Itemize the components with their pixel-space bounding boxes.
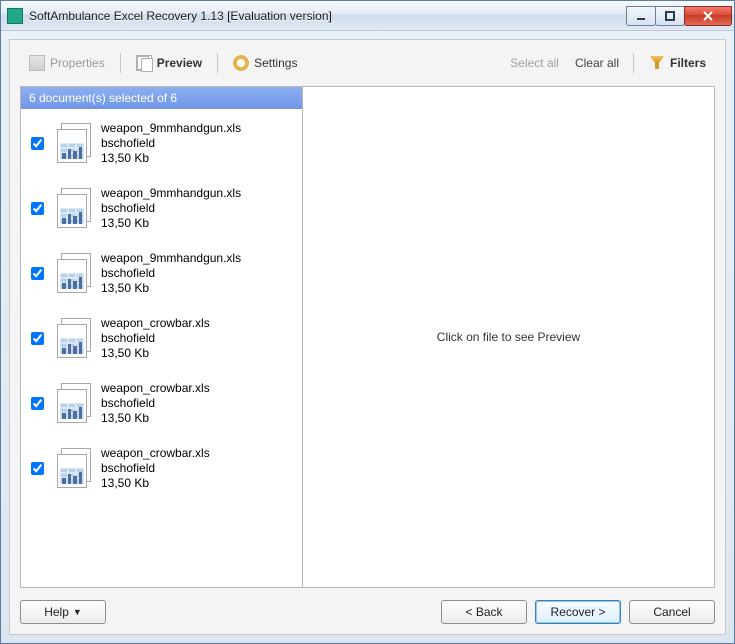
file-checkbox[interactable] bbox=[31, 202, 44, 215]
file-name: weapon_9mmhandgun.xls bbox=[101, 251, 241, 266]
file-item[interactable]: weapon_crowbar.xlsbschofield13,50 Kb bbox=[25, 375, 298, 440]
file-author: bschofield bbox=[101, 136, 241, 151]
file-name: weapon_crowbar.xls bbox=[101, 381, 210, 396]
file-meta: weapon_crowbar.xlsbschofield13,50 Kb bbox=[101, 446, 210, 491]
chevron-down-icon: ▼ bbox=[73, 607, 82, 617]
file-size: 13,50 Kb bbox=[101, 346, 210, 361]
file-meta: weapon_9mmhandgun.xlsbschofield13,50 Kb bbox=[101, 251, 241, 296]
preview-panel: Click on file to see Preview bbox=[303, 87, 714, 587]
file-name: weapon_crowbar.xls bbox=[101, 446, 210, 461]
clear-all-button[interactable]: Clear all bbox=[567, 53, 627, 73]
recover-label: Recover > bbox=[550, 605, 605, 619]
file-list[interactable]: weapon_9mmhandgun.xlsbschofield13,50 Kbw… bbox=[21, 109, 302, 587]
footer: Help ▼ < Back Recover > Cancel bbox=[20, 588, 715, 624]
spreadsheet-icon bbox=[53, 448, 95, 490]
minimize-icon bbox=[635, 11, 647, 21]
file-author: bschofield bbox=[101, 331, 210, 346]
file-meta: weapon_9mmhandgun.xlsbschofield13,50 Kb bbox=[101, 186, 241, 231]
file-meta: weapon_crowbar.xlsbschofield13,50 Kb bbox=[101, 316, 210, 361]
preview-icon bbox=[136, 55, 152, 71]
file-meta: weapon_crowbar.xlsbschofield13,50 Kb bbox=[101, 381, 210, 426]
filters-label: Filters bbox=[670, 56, 706, 70]
spreadsheet-icon bbox=[53, 188, 95, 230]
file-size: 13,50 Kb bbox=[101, 476, 210, 491]
recover-button[interactable]: Recover > bbox=[535, 600, 621, 624]
file-panel: 6 document(s) selected of 6 weapon_9mmha… bbox=[21, 87, 303, 587]
help-label: Help bbox=[44, 605, 69, 619]
file-checkbox[interactable] bbox=[31, 462, 44, 475]
preview-label: Preview bbox=[157, 56, 202, 70]
file-checkbox[interactable] bbox=[31, 267, 44, 280]
file-author: bschofield bbox=[101, 461, 210, 476]
selection-header: 6 document(s) selected of 6 bbox=[21, 87, 302, 109]
file-author: bschofield bbox=[101, 396, 210, 411]
filters-icon bbox=[649, 55, 665, 71]
file-meta: weapon_9mmhandgun.xlsbschofield13,50 Kb bbox=[101, 121, 241, 166]
file-name: weapon_crowbar.xls bbox=[101, 316, 210, 331]
toolbar-separator bbox=[217, 53, 218, 73]
cancel-label: Cancel bbox=[653, 605, 690, 619]
properties-icon bbox=[29, 55, 45, 71]
minimize-button[interactable] bbox=[626, 6, 656, 26]
spreadsheet-icon bbox=[53, 383, 95, 425]
window-title: SoftAmbulance Excel Recovery 1.13 [Evalu… bbox=[29, 9, 627, 23]
file-size: 13,50 Kb bbox=[101, 151, 241, 166]
close-button[interactable] bbox=[684, 6, 732, 26]
file-name: weapon_9mmhandgun.xls bbox=[101, 121, 241, 136]
toolbar: Properties Preview Settings Select all C… bbox=[20, 50, 715, 76]
app-window: SoftAmbulance Excel Recovery 1.13 [Evalu… bbox=[0, 0, 735, 644]
file-item[interactable]: weapon_crowbar.xlsbschofield13,50 Kb bbox=[25, 310, 298, 375]
file-author: bschofield bbox=[101, 266, 241, 281]
back-label: < Back bbox=[465, 605, 502, 619]
properties-label: Properties bbox=[50, 56, 105, 70]
toolbar-separator bbox=[120, 53, 121, 73]
spreadsheet-icon bbox=[53, 253, 95, 295]
maximize-button[interactable] bbox=[655, 6, 685, 26]
file-size: 13,50 Kb bbox=[101, 281, 241, 296]
preview-button[interactable]: Preview bbox=[127, 51, 211, 75]
help-button[interactable]: Help ▼ bbox=[20, 600, 106, 624]
file-item[interactable]: weapon_9mmhandgun.xlsbschofield13,50 Kb bbox=[25, 115, 298, 180]
settings-label: Settings bbox=[254, 56, 297, 70]
clear-all-label: Clear all bbox=[575, 56, 619, 70]
spreadsheet-icon bbox=[53, 318, 95, 360]
titlebar[interactable]: SoftAmbulance Excel Recovery 1.13 [Evalu… bbox=[1, 1, 734, 31]
spreadsheet-icon bbox=[53, 123, 95, 165]
file-checkbox[interactable] bbox=[31, 397, 44, 410]
main-area: 6 document(s) selected of 6 weapon_9mmha… bbox=[20, 86, 715, 588]
file-item[interactable]: weapon_9mmhandgun.xlsbschofield13,50 Kb bbox=[25, 180, 298, 245]
select-all-label: Select all bbox=[510, 56, 559, 70]
file-item[interactable]: weapon_9mmhandgun.xlsbschofield13,50 Kb bbox=[25, 245, 298, 310]
content-area: Properties Preview Settings Select all C… bbox=[9, 39, 726, 635]
select-all-button[interactable]: Select all bbox=[502, 53, 567, 73]
settings-button[interactable]: Settings bbox=[224, 51, 306, 75]
properties-button[interactable]: Properties bbox=[20, 51, 114, 75]
file-author: bschofield bbox=[101, 201, 241, 216]
app-icon bbox=[7, 8, 23, 24]
toolbar-separator bbox=[633, 53, 634, 73]
close-icon bbox=[702, 11, 714, 21]
file-item[interactable]: weapon_crowbar.xlsbschofield13,50 Kb bbox=[25, 440, 298, 505]
file-size: 13,50 Kb bbox=[101, 411, 210, 426]
cancel-button[interactable]: Cancel bbox=[629, 600, 715, 624]
window-controls bbox=[627, 6, 732, 26]
maximize-icon bbox=[664, 11, 676, 21]
settings-icon bbox=[233, 55, 249, 71]
preview-empty-hint: Click on file to see Preview bbox=[437, 330, 580, 344]
file-size: 13,50 Kb bbox=[101, 216, 241, 231]
back-button[interactable]: < Back bbox=[441, 600, 527, 624]
file-name: weapon_9mmhandgun.xls bbox=[101, 186, 241, 201]
filters-button[interactable]: Filters bbox=[640, 51, 715, 75]
file-checkbox[interactable] bbox=[31, 332, 44, 345]
file-checkbox[interactable] bbox=[31, 137, 44, 150]
